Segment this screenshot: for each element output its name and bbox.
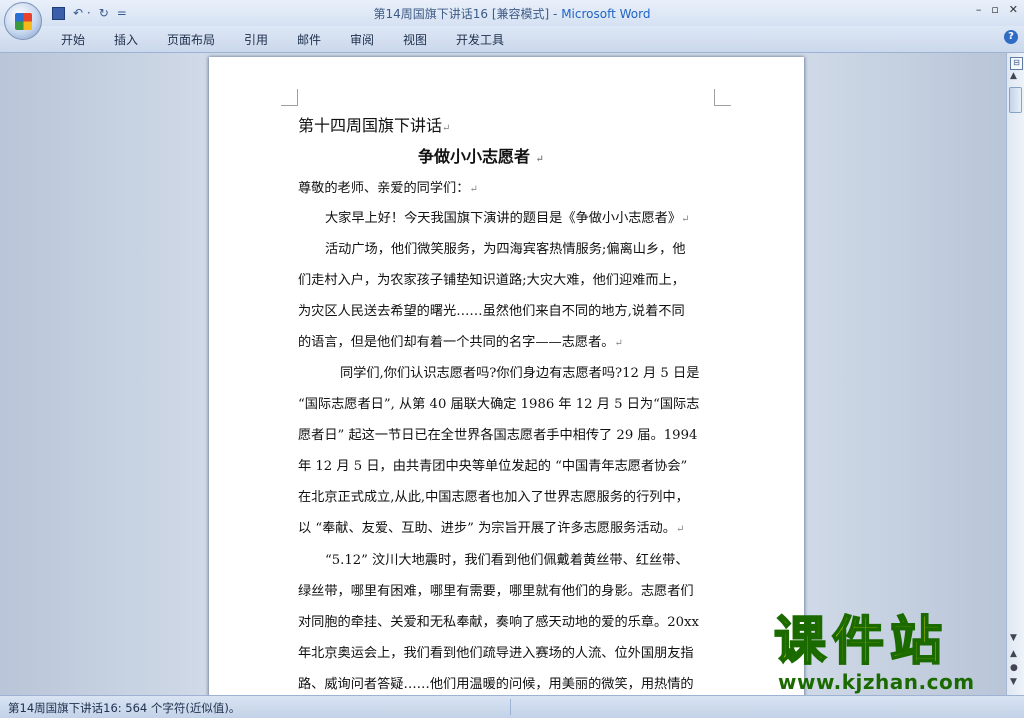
window-title-doc: 第14周国旗下讲话16 [兼容模式] -: [373, 7, 562, 21]
tab-review[interactable]: 审阅: [350, 31, 374, 48]
doc-line: 活动广场，他们微笑服务，为四海宾客热情服务;偏离山乡，他: [325, 242, 686, 257]
doc-line: 的语言，但是他们却有着一个共同的名字——志愿者。↵: [298, 335, 623, 350]
doc-line: 年北京奥运会上，我们看到他们疏导进入赛场的人流、位外国朋友指: [298, 646, 694, 661]
doc-line: 为灾区人民送去希望的曙光……虽然他们来自不同的地方,说着不同: [298, 304, 685, 319]
tab-mailings[interactable]: 邮件: [297, 31, 321, 48]
ribbon-tabs: 开始 插入 页面布局 引用 邮件 审阅 视图 开发工具 ?: [0, 26, 1024, 53]
vertical-scrollbar[interactable]: ⊟ ▲ ▼ ▲ ● ▼: [1006, 53, 1024, 695]
watermark-title: 课件站: [773, 611, 949, 673]
doc-line: 尊敬的老师、亲爱的同学们：↵: [298, 181, 478, 196]
watermark-logo: 课件站 www.kjzhan.com: [772, 611, 1012, 694]
window-title-app: Microsoft Word: [561, 7, 651, 21]
office-logo-icon: [15, 13, 32, 30]
status-bar: 第14周国旗下讲话16: 564 个字符(近似值)。: [0, 695, 1024, 718]
doc-line: 愿者日” 起这一节日已在全世界各国志愿者手中相传了 29 届。1994: [298, 428, 698, 443]
tab-home[interactable]: 开始: [61, 31, 85, 48]
paragraph-mark-icon: ↵: [681, 214, 690, 225]
minimize-button[interactable]: –: [976, 3, 982, 16]
paragraph-mark-icon: ↵: [469, 184, 478, 195]
crop-mark-top-right: [714, 89, 731, 106]
tab-insert[interactable]: 插入: [114, 31, 138, 48]
status-text: 第14周国旗下讲话16: 564 个字符(近似值)。: [8, 701, 241, 715]
view-ruler-icon[interactable]: ⊟: [1010, 57, 1023, 70]
close-button[interactable]: ✕: [1009, 3, 1018, 16]
document-page[interactable]: 第十四周国旗下讲话↵ 争做小小志愿者 ↵ 尊敬的老师、亲爱的同学们：↵ 大家早上…: [209, 57, 804, 707]
paragraph-mark-icon: ↵: [442, 123, 451, 134]
tab-developer[interactable]: 开发工具: [456, 31, 504, 48]
doc-line: “国际志愿者日”, 从第 40 届联大确定 1986 年 12 月 5 日为“国…: [298, 397, 700, 412]
status-separator: [510, 699, 511, 715]
doc-line: 大家早上好！今天我国旗下演讲的题目是《争做小小志愿者》↵: [325, 211, 690, 226]
paragraph-mark-icon: ↵: [675, 524, 685, 535]
doc-line: 在北京正式成立,从此,中国志愿者也加入了世界志愿服务的行列中，: [298, 490, 689, 505]
help-icon[interactable]: ?: [1004, 30, 1018, 44]
doc-line: “5.12” 汶川大地震时，我们看到他们佩戴着黄丝带、红丝带、: [325, 553, 689, 568]
office-button[interactable]: [4, 2, 42, 40]
tab-references[interactable]: 引用: [244, 31, 268, 48]
doc-heading: 第十四周国旗下讲话↵: [298, 116, 451, 135]
document-area[interactable]: 第十四周国旗下讲话↵ 争做小小志愿者 ↵ 尊敬的老师、亲爱的同学们：↵ 大家早上…: [0, 53, 1006, 707]
doc-line: 绿丝带，哪里有困难，哪里有需要，哪里就有他们的身影。志愿者们: [298, 584, 694, 599]
scroll-thumb[interactable]: [1009, 87, 1022, 113]
scroll-up-icon[interactable]: ▲: [1010, 71, 1017, 81]
doc-line: 路、威询问者答疑……他们用温暖的问候，用美丽的微笑，用热情的: [298, 677, 694, 692]
paragraph-mark-icon: ↵: [614, 338, 623, 349]
paragraph-mark-icon: ↵: [535, 154, 544, 165]
tab-page-layout[interactable]: 页面布局: [167, 31, 215, 48]
doc-line: 们走村入户，为农家孩子铺垫知识道路;大灾大难，他们迎难而上，: [298, 273, 685, 288]
window-controls: – ▫ ✕: [976, 3, 1018, 16]
watermark-url: www.kjzhan.com: [778, 670, 975, 694]
window-title: 第14周国旗下讲话16 [兼容模式] - Microsoft Word: [0, 5, 1024, 22]
doc-line: 同学们,你们认识志愿者吗?你们身边有志愿者吗?12 月 5 日是: [340, 366, 700, 381]
doc-line: 年 12 月 5 日，由共青团中央等单位发起的 “中国青年志愿者协会”: [298, 459, 688, 474]
doc-line: 以 “奉献、友爱、互助、进步” 为宗旨开展了许多志愿服务活动。↵: [298, 521, 685, 536]
crop-mark-top-left: [281, 89, 298, 106]
tab-view[interactable]: 视图: [403, 31, 427, 48]
doc-line: 对同胞的牵挂、关爱和无私奉献，奏响了感天动地的爱的乐章。20xx: [298, 615, 699, 630]
restore-button[interactable]: ▫: [991, 3, 998, 16]
title-bar: ↶ · ↻ = 第14周国旗下讲话16 [兼容模式] - Microsoft W…: [0, 0, 1024, 40]
doc-title: 争做小小志愿者 ↵: [418, 147, 544, 166]
